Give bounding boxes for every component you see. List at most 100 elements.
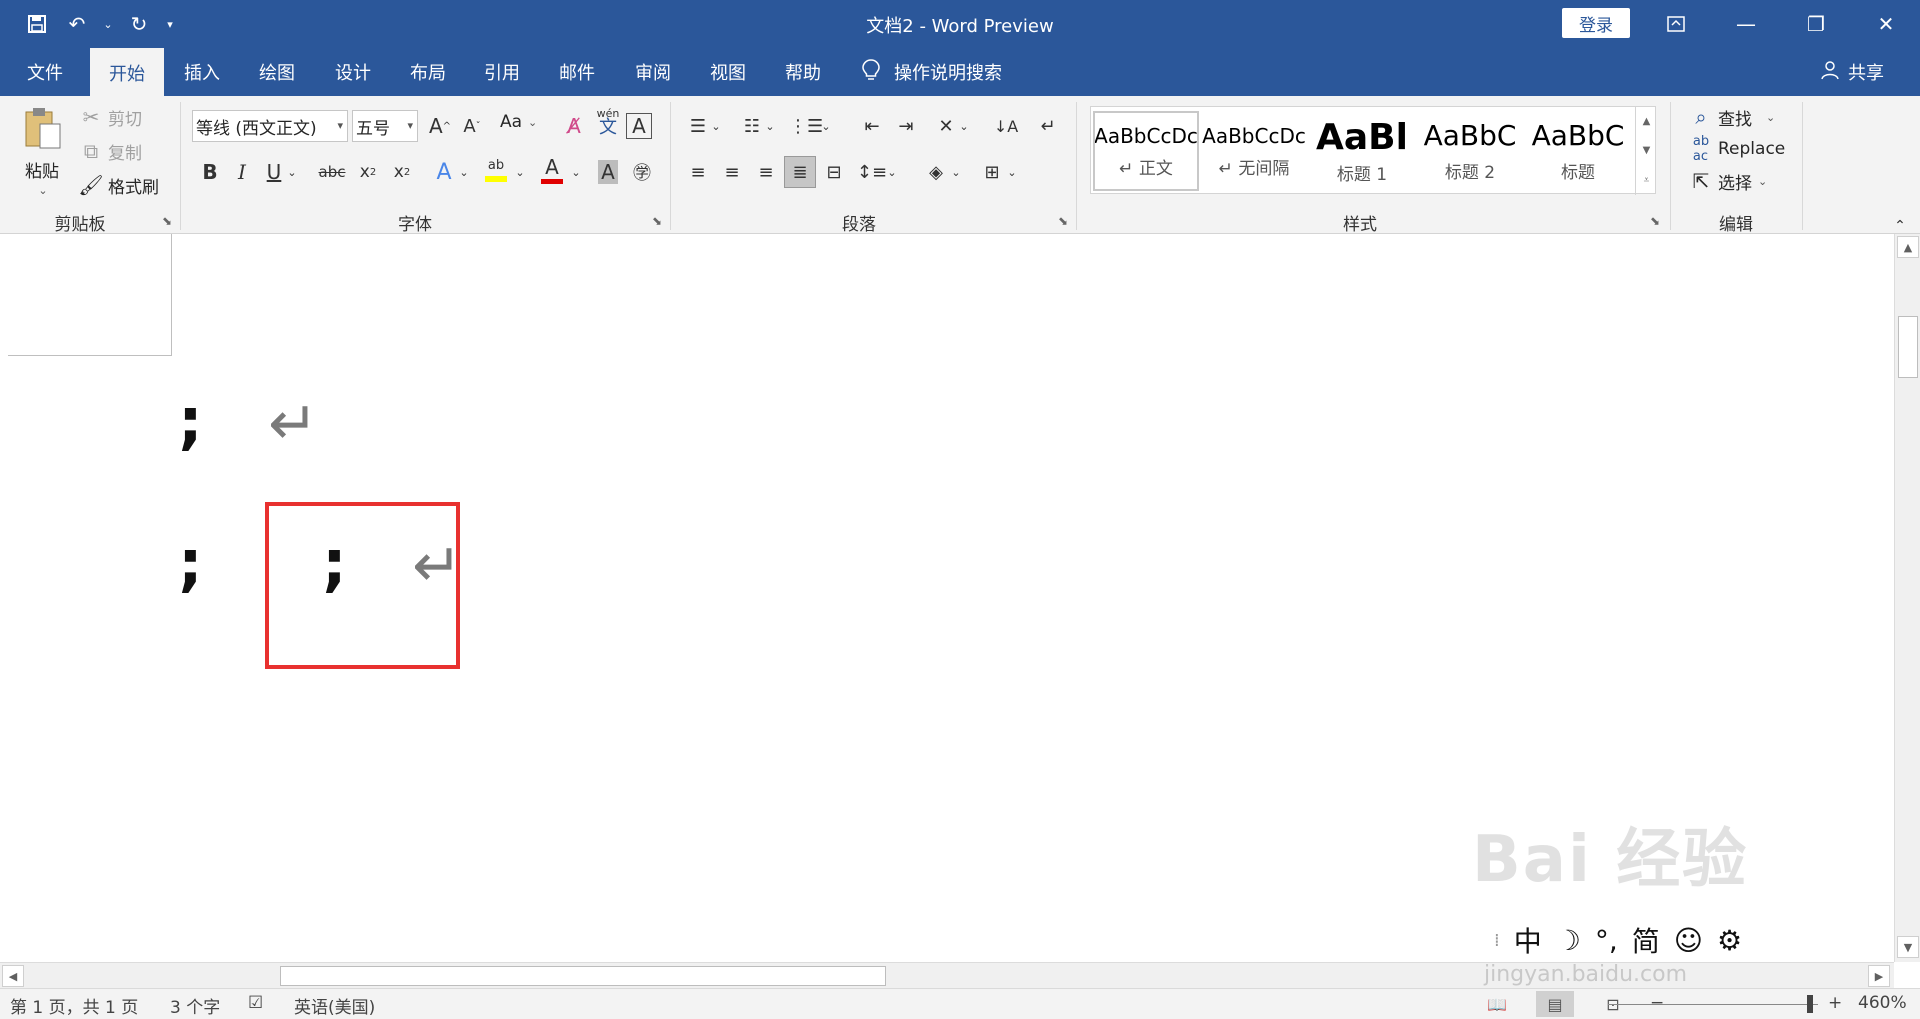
font-color-dropdown-icon[interactable]: ⌄ [568, 156, 584, 188]
horizontal-scroll-thumb[interactable] [280, 966, 886, 986]
tab-insert[interactable]: 插入 [166, 48, 238, 96]
tab-mailings[interactable]: 邮件 [540, 48, 614, 96]
shading-dropdown-icon[interactable]: ⌄ [948, 156, 964, 188]
borders-dropdown-icon[interactable]: ⌄ [1004, 156, 1020, 188]
shrink-font-icon[interactable]: Aˇ [456, 110, 488, 142]
clipboard-launcher-icon[interactable]: ⬊ [162, 214, 172, 228]
font-color-icon[interactable]: A [536, 154, 568, 186]
tab-layout[interactable]: 布局 [392, 48, 464, 96]
tab-file[interactable]: 文件 [8, 48, 82, 96]
tab-review[interactable]: 审阅 [616, 48, 690, 96]
share-button[interactable]: 共享 [1820, 48, 1884, 96]
highlight-dropdown-icon[interactable]: ⌄ [512, 156, 528, 188]
ime-mode[interactable]: 中 [1514, 920, 1542, 960]
ime-script[interactable]: 简 [1632, 920, 1660, 960]
ime-punct[interactable]: °, [1595, 924, 1618, 957]
scroll-up-icon[interactable]: ▲ [1897, 236, 1919, 258]
decrease-indent-icon[interactable]: ⇤ [856, 110, 888, 142]
bold-icon[interactable]: B [194, 156, 226, 188]
select-button[interactable]: ⇱ 选择 ⌄ [1688, 168, 1768, 194]
vertical-scrollbar[interactable]: ▲ ▼ [1894, 234, 1920, 962]
align-right-icon[interactable]: ≡ [750, 156, 782, 188]
copy-button[interactable]: ⧉ 复制 [78, 138, 142, 164]
tab-help[interactable]: 帮助 [766, 48, 840, 96]
read-mode-icon[interactable]: 📖 [1478, 991, 1516, 1017]
ribbon-display-icon[interactable] [1642, 0, 1710, 48]
login-button[interactable]: 登录 [1562, 8, 1630, 38]
phonetic-guide-icon[interactable]: wén 文 [592, 106, 624, 138]
align-center-icon[interactable]: ≡ [716, 156, 748, 188]
sort-icon[interactable]: ↓A [990, 110, 1022, 142]
language-indicator[interactable]: 英语(美国) [294, 993, 375, 1018]
numbering-dropdown-icon[interactable]: ⌄ [762, 110, 778, 142]
tab-view[interactable]: 视图 [692, 48, 764, 96]
vertical-scroll-thumb[interactable] [1898, 316, 1918, 378]
scroll-right-icon[interactable]: ▶ [1868, 965, 1890, 987]
enclose-characters-icon[interactable]: ㊫ [626, 156, 658, 188]
paste-dropdown-icon[interactable]: ⌄ [38, 184, 47, 197]
smiley-icon[interactable]: ☺ [1674, 924, 1703, 957]
word-count[interactable]: 3 个字 [170, 993, 220, 1018]
close-icon[interactable]: ✕ [1852, 0, 1920, 48]
gallery-more-icon[interactable]: ⩡ [1644, 175, 1650, 186]
subscript-icon[interactable]: x2 [352, 156, 384, 188]
zoom-level[interactable]: 460% [1858, 993, 1907, 1013]
font-size-combo[interactable]: 五号 ▾ [352, 110, 418, 142]
superscript-icon[interactable]: x2 [386, 156, 418, 188]
style-normal[interactable]: AaBbCcDc ↵ 正文 [1093, 111, 1199, 191]
find-button[interactable]: ⌕ 查找 ⌄ [1688, 104, 1775, 130]
multilevel-dropdown-icon[interactable]: ⌄ [818, 110, 834, 142]
justify-icon[interactable]: ≣ [784, 156, 816, 188]
bullets-dropdown-icon[interactable]: ⌄ [708, 110, 724, 142]
proofing-icon[interactable]: ☑ [248, 993, 263, 1013]
zoom-out-icon[interactable]: − [1650, 993, 1664, 1013]
style-heading-1[interactable]: AaBl 标题 1 [1309, 111, 1415, 191]
tab-design[interactable]: 设计 [316, 48, 390, 96]
paragraph-launcher-icon[interactable]: ⬊ [1058, 214, 1068, 228]
zoom-in-icon[interactable]: + [1828, 993, 1842, 1013]
tab-home[interactable]: 开始 [90, 48, 164, 96]
style-no-spacing[interactable]: AaBbCcDc ↵ 无间隔 [1201, 111, 1307, 191]
line-spacing-dropdown-icon[interactable]: ⌄ [884, 156, 900, 188]
increase-indent-icon[interactable]: ⇥ [890, 110, 922, 142]
scroll-left-icon[interactable]: ◀ [2, 965, 24, 987]
styles-launcher-icon[interactable]: ⬊ [1650, 214, 1660, 228]
print-layout-icon[interactable]: ▤ [1536, 991, 1574, 1017]
zoom-slider-knob[interactable] [1807, 995, 1813, 1013]
scroll-down-icon[interactable]: ▼ [1897, 936, 1919, 958]
clear-formatting-icon[interactable]: A̸ [558, 110, 590, 142]
ime-grip-icon[interactable]: ⁞ [1494, 930, 1500, 951]
tell-me-search[interactable]: 操作说明搜索 [862, 48, 1002, 96]
highlight-color-icon[interactable]: ab [480, 154, 512, 186]
format-painter-button[interactable]: 🖌 格式刷 [78, 172, 159, 198]
font-launcher-icon[interactable]: ⬊ [652, 214, 662, 228]
underline-dropdown-icon[interactable]: ⌄ [284, 156, 300, 188]
font-name-combo[interactable]: 等线 (西文正文) ▾ [192, 110, 348, 142]
replace-button[interactable]: ab ac Replace [1688, 134, 1785, 164]
gear-icon[interactable]: ⚙ [1717, 924, 1742, 957]
align-left-icon[interactable]: ≡ [682, 156, 714, 188]
chinese-layout-dropdown-icon[interactable]: ⌄ [956, 110, 972, 142]
restore-icon[interactable]: ❐ [1782, 0, 1850, 48]
character-border-icon[interactable]: A [626, 113, 652, 139]
zoom-slider[interactable] [1608, 1004, 1818, 1005]
change-case-button[interactable]: Aa ⌄ [500, 112, 537, 132]
style-heading-2[interactable]: AaBbC 标题 2 [1417, 111, 1523, 191]
style-title[interactable]: AaBbC 标题 [1525, 111, 1631, 191]
tab-draw[interactable]: 绘图 [240, 48, 314, 96]
cut-button[interactable]: ✂ 剪切 [78, 104, 142, 130]
text-effects-dropdown-icon[interactable]: ⌄ [456, 156, 472, 188]
italic-icon[interactable]: I [226, 156, 258, 188]
moon-icon[interactable]: ☽ [1556, 924, 1581, 957]
strikethrough-icon[interactable]: abc [316, 156, 348, 188]
paste-button[interactable]: 粘贴 ⌄ [22, 106, 62, 197]
minimize-icon[interactable]: — [1712, 0, 1780, 48]
chevron-down-icon[interactable]: ▼ [1643, 145, 1651, 156]
distributed-icon[interactable]: ⊟ [818, 156, 850, 188]
character-shading-icon[interactable]: A [592, 156, 624, 188]
page-count[interactable]: 第 1 页，共 1 页 [10, 993, 138, 1018]
chevron-up-icon[interactable]: ▲ [1643, 116, 1651, 127]
tab-references[interactable]: 引用 [466, 48, 538, 96]
show-hide-marks-icon[interactable]: ↵ [1032, 110, 1064, 142]
grow-font-icon[interactable]: A ^ [424, 110, 456, 142]
